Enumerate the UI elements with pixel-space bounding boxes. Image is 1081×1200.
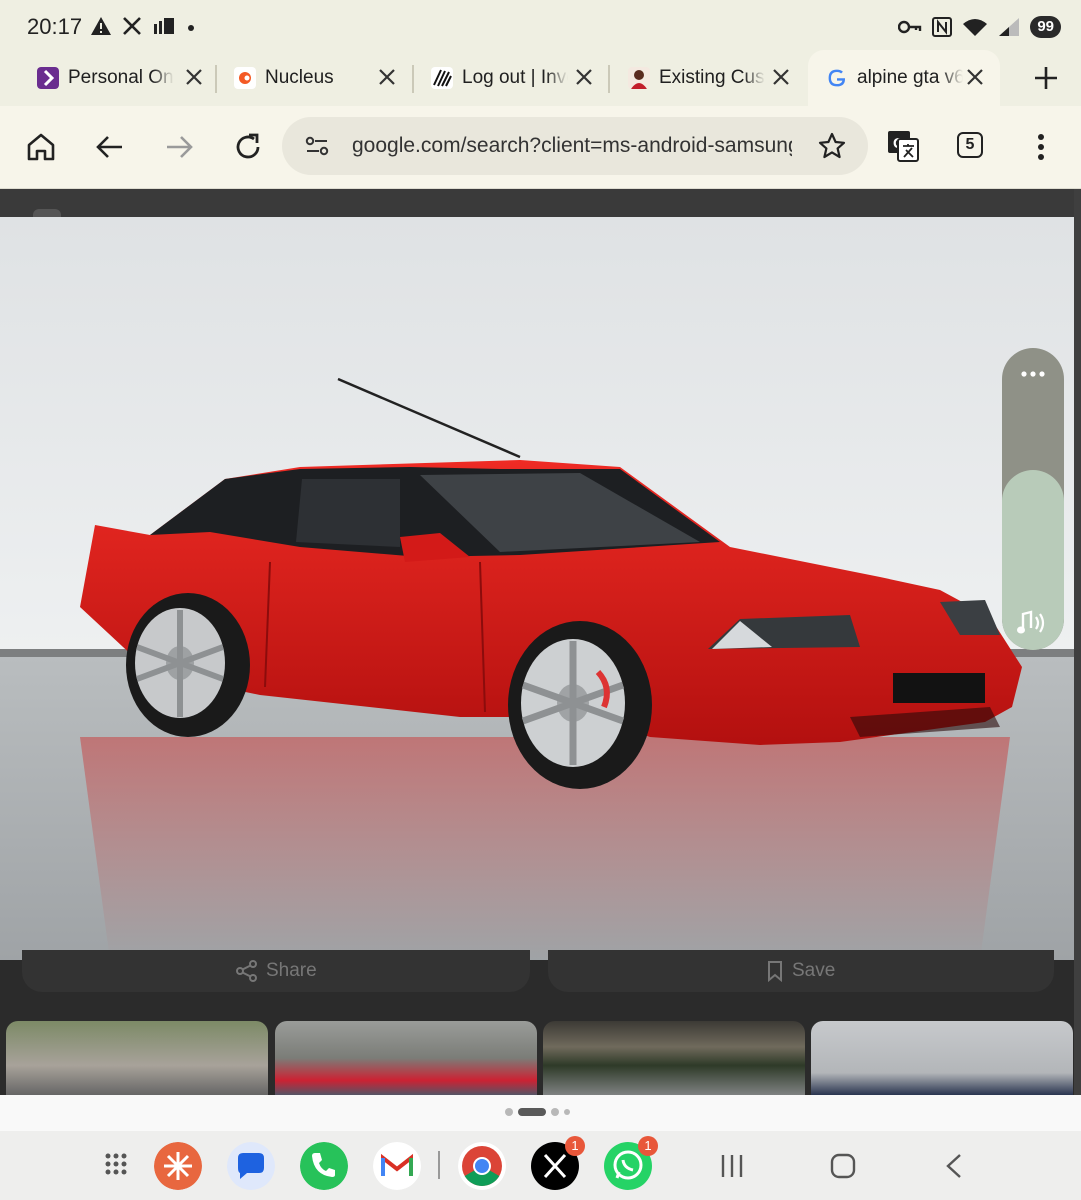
tab-alpine-gta-v6[interactable]: alpine gta v6 [808,50,1000,106]
battery-indicator: 99 [1030,16,1061,38]
tab-existing-customer[interactable]: Existing Customer [628,50,792,106]
signal-icon [999,18,1020,36]
wifi-icon [963,19,988,36]
sim-icon [154,18,174,34]
related-image-thumbnail[interactable] [275,1021,537,1095]
address-bar[interactable]: google.com/search?client=ms-android-sams… [282,117,868,175]
bookmark-icon [768,961,782,982]
tab-title: Nucleus [265,67,334,88]
tab-title: Personal Online [68,67,174,88]
site-settings-icon[interactable] [304,133,330,159]
gmail-app-icon[interactable] [373,1142,421,1190]
page-dots [505,1108,570,1116]
back-nav-icon[interactable] [938,1149,972,1183]
related-image-thumbnail[interactable] [543,1021,805,1095]
phone-app-icon[interactable] [300,1142,348,1190]
page-dot-active [518,1108,546,1116]
page-dot [551,1108,559,1116]
close-icon[interactable] [964,66,986,88]
nucleus-favicon-icon [234,67,256,89]
battery-level: 99 [1037,18,1054,35]
nfc-icon [932,17,953,37]
whatsapp-app-icon[interactable]: 1 [604,1136,658,1190]
browser-toolbar: google.com/search?client=ms-android-sams… [0,106,1081,189]
messages-app-icon[interactable] [227,1142,275,1190]
tab-strip: Personal Online Nucleus Log out | Invest… [0,50,1081,106]
person-favicon-icon [628,67,650,89]
scrollbar[interactable] [1074,189,1081,1095]
home-nav-icon[interactable] [826,1149,860,1183]
status-bar: 20:17 99 [0,0,1081,56]
save-button[interactable]: Save [766,960,835,982]
close-icon[interactable] [183,66,205,88]
chrome-app-icon[interactable] [458,1142,506,1190]
status-time: 20:17 [27,14,83,39]
app-drawer-icon[interactable] [96,1142,144,1190]
personal-favicon-icon [37,67,59,89]
page-content: Share Save [0,189,1081,1095]
related-image-thumbnail[interactable] [811,1021,1073,1095]
share-label: Share [266,960,317,981]
header-icon-fragment [33,209,61,217]
close-icon[interactable] [770,66,792,88]
warning-icon [91,17,111,35]
tab-switcher-button[interactable]: 5 [957,132,983,158]
save-label: Save [792,960,836,981]
share-icon [236,960,257,982]
tab-title: Log out | Investec [462,67,568,88]
x-logo-icon [123,17,141,35]
forward-icon[interactable] [162,130,196,164]
tab-count: 5 [965,136,975,153]
media-volume-icon [1017,610,1045,634]
x-app-icon[interactable]: 1 [531,1136,585,1190]
tab-title: alpine gta v6 [857,67,963,88]
status-left-icons [90,16,196,36]
close-icon[interactable] [376,66,398,88]
google-favicon-icon [828,69,846,87]
page-indicator-bar [0,1095,1081,1131]
tab-separator [412,65,414,93]
new-tab-icon[interactable] [1030,62,1062,94]
recent-apps-icon[interactable] [715,1149,749,1183]
tab-personal-online[interactable]: Personal Online [37,50,205,106]
url-text: google.com/search?client=ms-android-sams… [352,134,792,157]
tab-nucleus[interactable]: Nucleus [234,50,398,106]
hero-image-red-alpine-gta[interactable] [0,217,1074,960]
home-icon[interactable] [24,130,58,164]
bixby-app-icon[interactable] [154,1142,202,1190]
more-menu-icon[interactable] [1024,130,1058,164]
key-icon [898,20,922,34]
share-button[interactable]: Share [236,960,317,982]
tab-title: Existing Customer [659,67,765,88]
volume-panel[interactable] [1002,348,1064,650]
tab-investec[interactable]: Log out | Investec [431,50,595,106]
status-right-icons: 99 [898,16,1061,38]
page-dot [505,1108,513,1116]
page-header-strip [0,189,1081,217]
more-options-icon[interactable] [1020,370,1046,378]
back-icon[interactable] [93,130,127,164]
notification-badge: 1 [638,1136,658,1156]
page-dot [564,1109,570,1115]
taskbar: 1 1 [0,1131,1081,1200]
translate-icon[interactable]: G [885,128,921,164]
zebra-favicon-icon [431,67,453,89]
related-image-thumbnail[interactable] [6,1021,268,1095]
notification-badge: 1 [565,1136,585,1156]
close-icon[interactable] [573,66,595,88]
tab-separator [215,65,217,93]
bookmark-star-icon[interactable] [817,131,847,161]
taskbar-divider [438,1151,440,1179]
tab-separator [608,65,610,93]
dot-icon [188,25,194,31]
reload-icon[interactable] [231,130,265,164]
